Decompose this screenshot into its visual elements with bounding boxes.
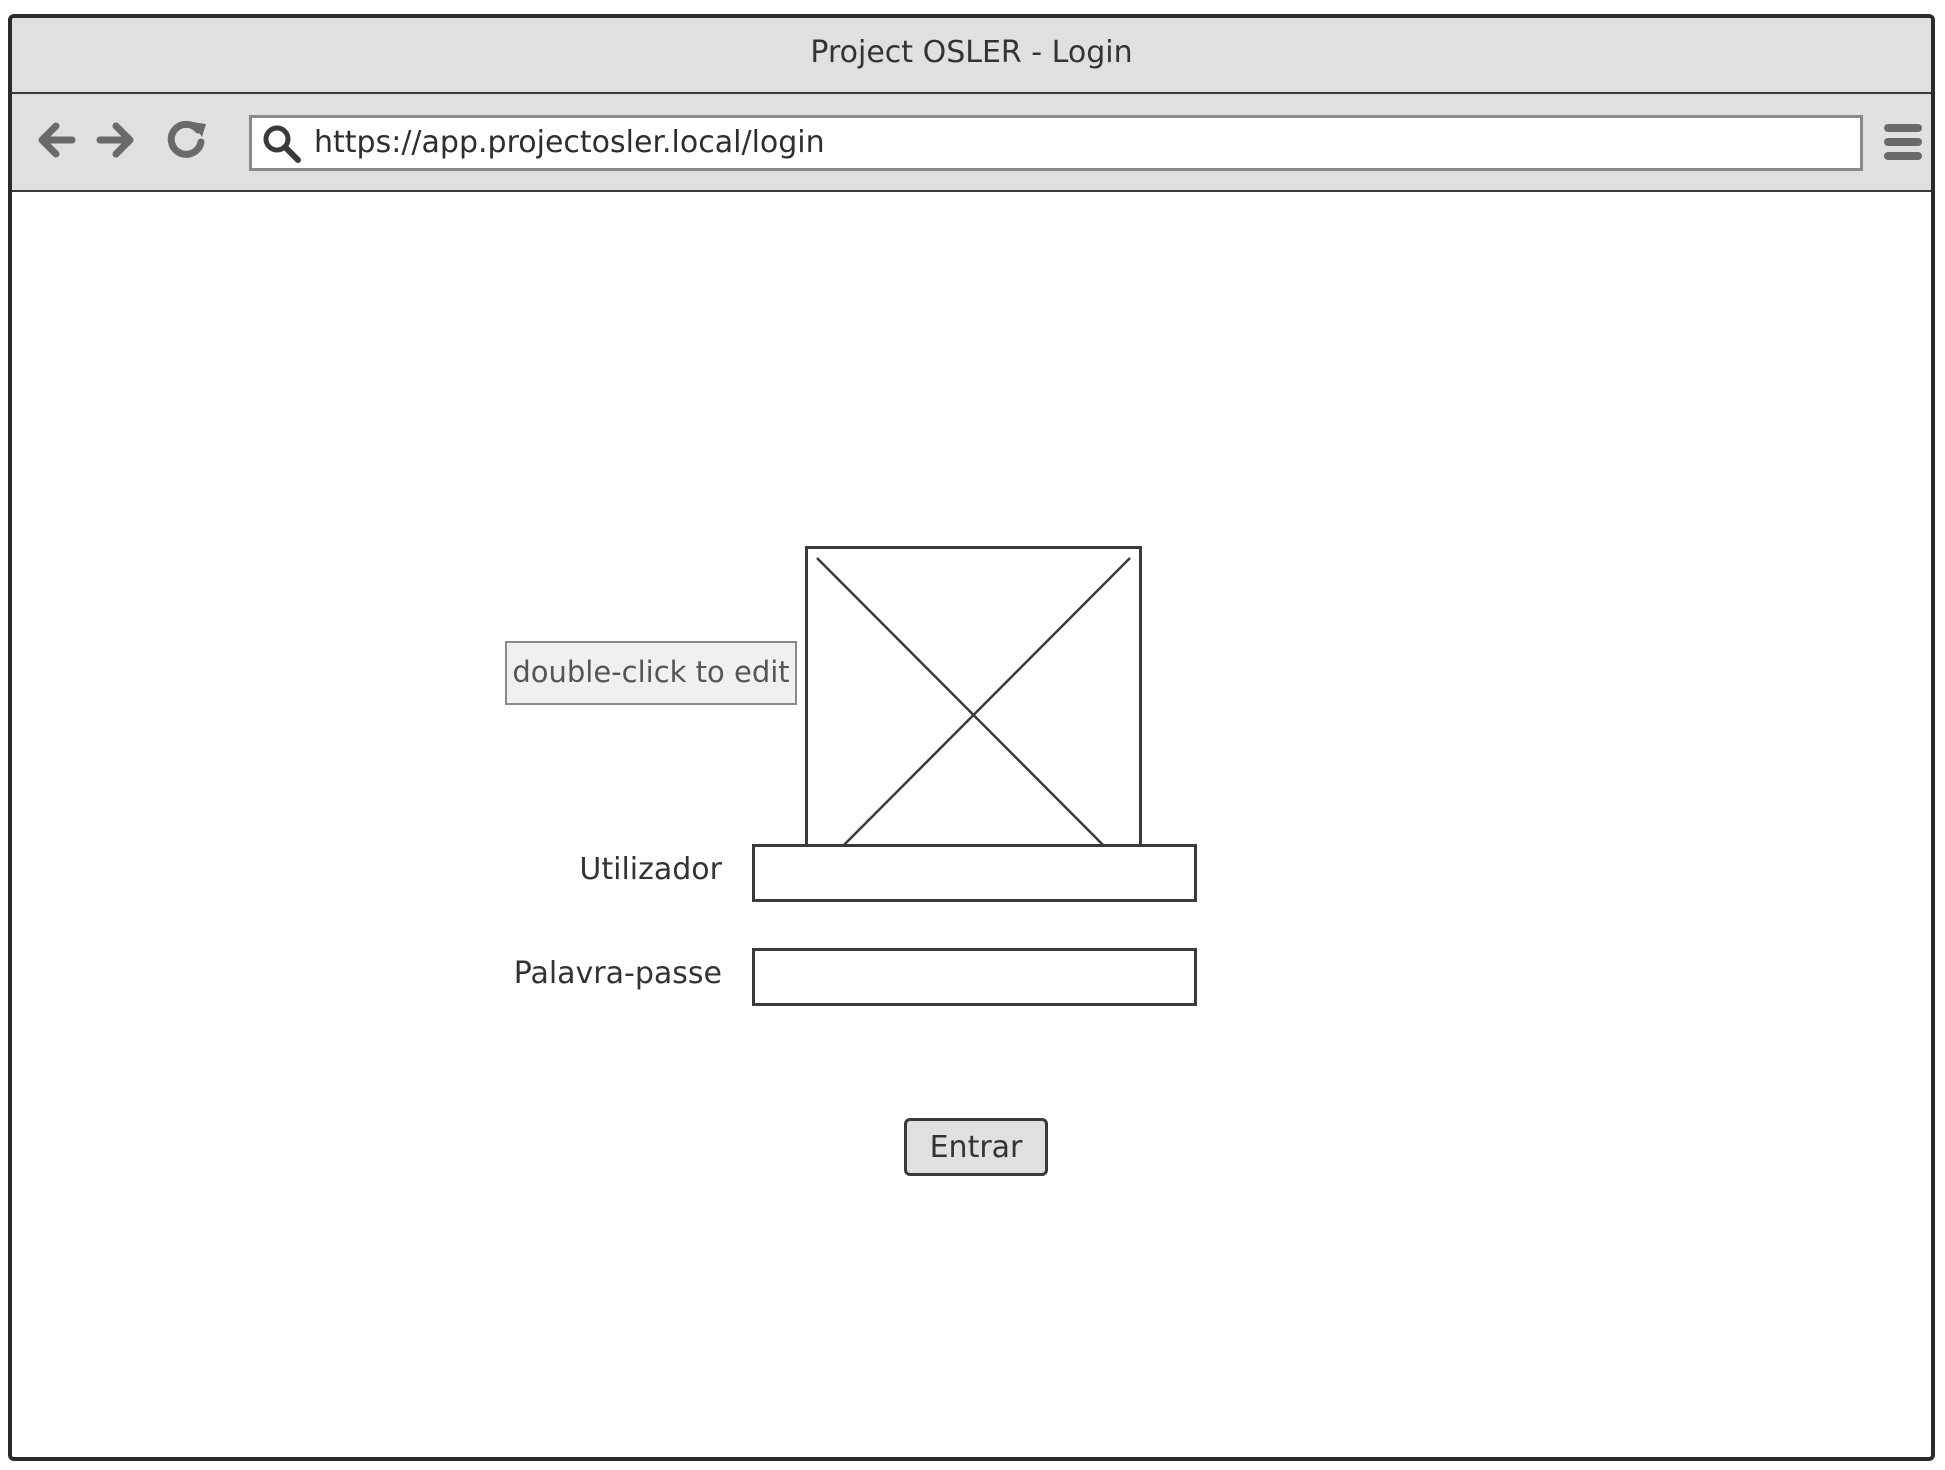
password-label: Palavra-passe bbox=[513, 956, 722, 991]
address-url-text[interactable]: https://app.projectosler.local/login bbox=[314, 118, 825, 168]
edit-hint-tooltip: double-click to edit bbox=[505, 641, 797, 705]
hamburger-menu-icon[interactable] bbox=[1882, 120, 1924, 164]
address-bar[interactable]: https://app.projectosler.local/login bbox=[249, 115, 1863, 171]
window-title: Project OSLER - Login bbox=[12, 18, 1931, 94]
login-submit-button[interactable]: Entrar bbox=[904, 1118, 1048, 1176]
forward-arrow-icon[interactable] bbox=[92, 116, 140, 164]
username-label: Utilizador bbox=[579, 852, 722, 887]
browser-window: Project OSLER - Login https://app.projec… bbox=[8, 14, 1935, 1461]
browser-toolbar: https://app.projectosler.local/login bbox=[12, 94, 1931, 192]
username-input[interactable] bbox=[752, 844, 1197, 902]
reload-icon[interactable] bbox=[162, 116, 210, 164]
back-arrow-icon[interactable] bbox=[32, 116, 80, 164]
password-input[interactable] bbox=[752, 948, 1197, 1006]
page-content: double-click to edit Utilizador Palavra-… bbox=[12, 192, 1931, 1457]
search-icon bbox=[260, 122, 304, 166]
logo-image-placeholder-icon bbox=[805, 546, 1142, 884]
